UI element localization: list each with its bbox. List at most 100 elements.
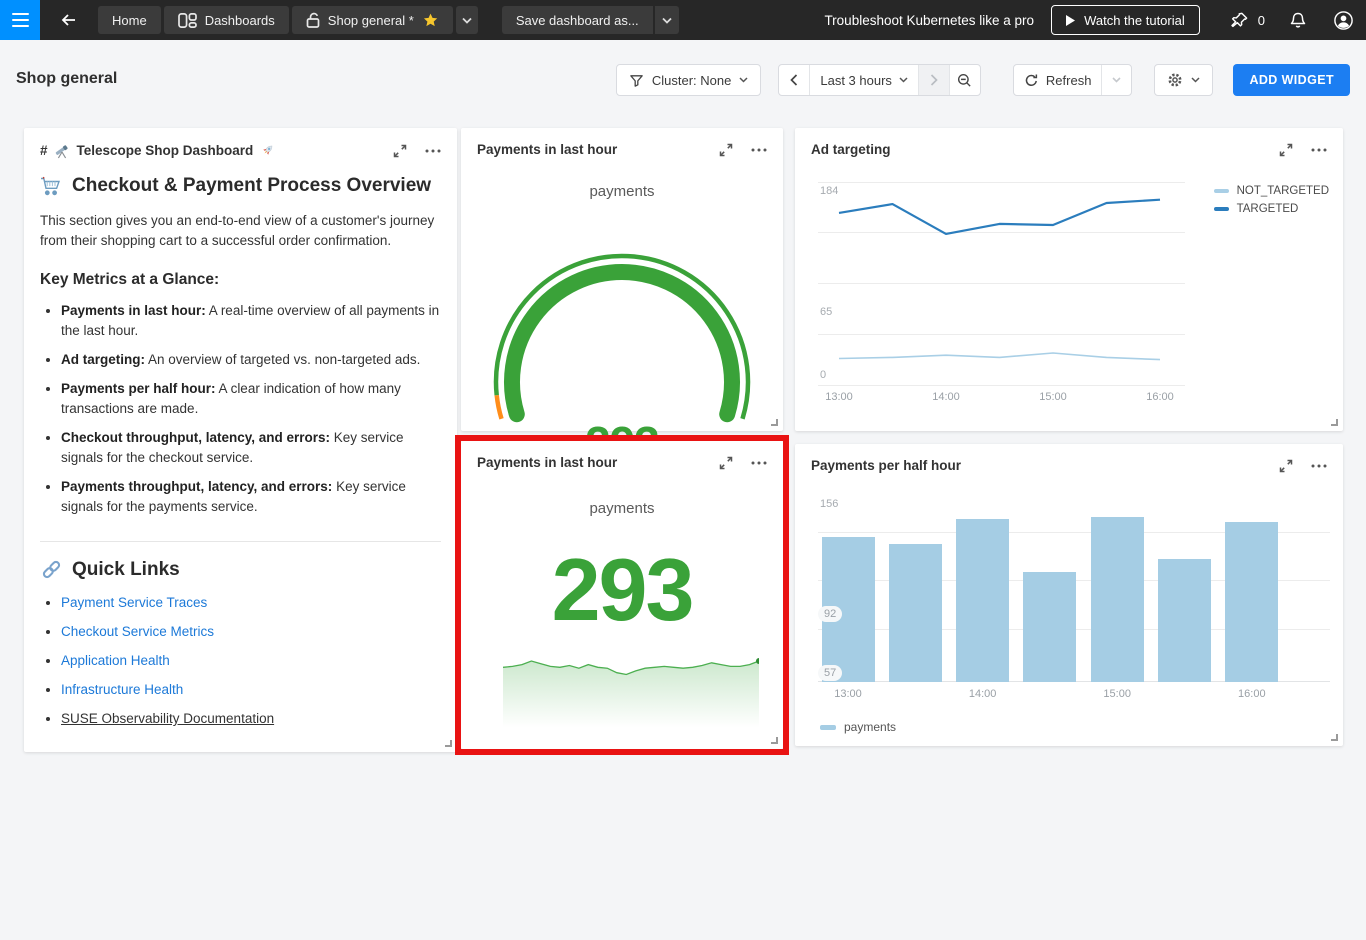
- metric-list-item: Ad targeting: An overview of targeted vs…: [61, 350, 441, 370]
- quick-link-item: Infrastructure Health: [61, 680, 441, 700]
- more-menu-button[interactable]: [751, 148, 767, 152]
- bar: [1225, 522, 1278, 682]
- bar: [1091, 517, 1144, 682]
- payments-per-half-hour-widget: Payments per half hour 156925713:0014:00…: [795, 444, 1343, 746]
- cluster-filter-button[interactable]: Cluster: None: [616, 64, 761, 96]
- pin-count: 0: [1258, 13, 1265, 28]
- quick-link-item: Checkout Service Metrics: [61, 622, 441, 642]
- tab-home[interactable]: Home: [98, 6, 161, 34]
- resize-handle[interactable]: [1331, 734, 1338, 741]
- legend-swatch: [1214, 207, 1229, 211]
- resize-handle[interactable]: [1331, 419, 1338, 426]
- quick-link[interactable]: Checkout Service Metrics: [61, 624, 214, 639]
- line-series-TARGETED: [839, 200, 1160, 234]
- ad-targeting-chart[interactable]: 184650: [818, 182, 1185, 385]
- expand-widget-button[interactable]: [719, 456, 733, 470]
- time-range-label: Last 3 hours: [820, 73, 892, 88]
- chevron-right-icon: [930, 74, 938, 86]
- back-button[interactable]: [56, 6, 82, 34]
- quick-links-heading-text: Quick Links: [72, 559, 180, 581]
- back-arrow-icon: [60, 11, 78, 29]
- pinned-items-button[interactable]: 0: [1230, 11, 1265, 30]
- filter-icon: [629, 73, 644, 88]
- resize-handle[interactable]: [771, 737, 778, 744]
- refresh-control: Refresh: [1013, 64, 1133, 96]
- add-widget-button[interactable]: ADD WIDGET: [1233, 64, 1350, 96]
- watch-tutorial-button[interactable]: Watch the tutorial: [1051, 5, 1200, 35]
- y-axis-label: 65: [820, 306, 832, 318]
- bar: [956, 519, 1009, 682]
- quick-link[interactable]: Payment Service Traces: [61, 595, 207, 610]
- quick-link[interactable]: Infrastructure Health: [61, 682, 183, 697]
- x-axis-label: 13:00: [826, 688, 870, 700]
- zoom-out-time-button[interactable]: [949, 65, 980, 95]
- rocket-icon: [259, 143, 275, 159]
- notifications-button[interactable]: [1289, 11, 1307, 30]
- tab-shop-general[interactable]: Shop general *: [292, 6, 453, 34]
- widget-title: Payments in last hour: [477, 142, 719, 157]
- time-forward-button[interactable]: [918, 65, 949, 95]
- refresh-icon: [1024, 73, 1039, 88]
- bar: [889, 544, 942, 682]
- divider: [40, 541, 441, 542]
- legend-label: TARGETED: [1237, 203, 1299, 215]
- legend-label: NOT_TARGETED: [1237, 185, 1329, 197]
- chevron-down-icon: [1191, 77, 1200, 83]
- tab-shop-general-label: Shop general *: [328, 13, 414, 28]
- top-navbar: Home Dashboards Shop general * Save dash…: [0, 0, 1366, 40]
- x-axis-label: 14:00: [924, 391, 968, 403]
- expand-widget-button[interactable]: [719, 143, 733, 157]
- refresh-button[interactable]: Refresh: [1014, 65, 1102, 95]
- more-menu-button[interactable]: [1311, 464, 1327, 468]
- sparkline-chart[interactable]: [503, 653, 759, 735]
- gauge-chart[interactable]: 293: [490, 224, 754, 424]
- number-metric-label: payments: [461, 500, 783, 517]
- save-dashboard-as-button[interactable]: Save dashboard as...: [502, 6, 653, 34]
- line-series-NOT_TARGETED: [839, 353, 1160, 360]
- shopping-cart-icon: [40, 176, 63, 197]
- tab-dashboards-label: Dashboards: [205, 13, 275, 28]
- chevron-down-icon: [739, 77, 748, 83]
- payments-number-widget: Payments in last hour payments 293: [461, 441, 783, 749]
- x-axis-label: 16:00: [1138, 391, 1182, 403]
- legend-label: payments: [844, 720, 896, 734]
- refresh-label: Refresh: [1046, 73, 1092, 88]
- user-avatar[interactable]: [1333, 10, 1354, 31]
- resize-handle[interactable]: [771, 419, 778, 426]
- refresh-dropdown-button[interactable]: [1101, 65, 1131, 95]
- time-range-button[interactable]: Last 3 hours: [809, 65, 918, 95]
- quick-link[interactable]: Application Health: [61, 653, 170, 668]
- x-axis-label: 13:00: [817, 391, 861, 403]
- more-menu-button[interactable]: [751, 461, 767, 465]
- quick-links-list: Payment Service Traces Checkout Service M…: [40, 593, 441, 729]
- more-menu-button[interactable]: [1311, 148, 1327, 152]
- payments-bar-chart[interactable]: 156925713:0014:0015:0016:00: [818, 500, 1330, 682]
- expand-widget-button[interactable]: [1279, 459, 1293, 473]
- expand-widget-button[interactable]: [1279, 143, 1293, 157]
- y-axis-label: 92: [818, 606, 842, 622]
- bell-icon: [1289, 11, 1307, 30]
- dashboard-settings-button[interactable]: [1154, 64, 1213, 96]
- quick-link[interactable]: SUSE Observability Documentation: [61, 711, 274, 726]
- metrics-heading: Key Metrics at a Glance:: [40, 271, 441, 289]
- markdown-title-prefix: #: [40, 143, 48, 158]
- tab-dashboards[interactable]: Dashboards: [164, 6, 289, 34]
- quick-link-item: SUSE Observability Documentation: [61, 709, 441, 729]
- hamburger-menu-button[interactable]: [0, 0, 40, 40]
- gear-icon: [1167, 72, 1183, 88]
- more-menu-button[interactable]: [425, 149, 441, 153]
- avatar-icon: [1333, 10, 1354, 31]
- star-icon[interactable]: [422, 12, 439, 29]
- chart-legend: payments: [820, 720, 896, 734]
- time-back-button[interactable]: [779, 65, 809, 95]
- save-dashboard-dropdown-button[interactable]: [655, 6, 679, 34]
- x-axis-label: 15:00: [1031, 391, 1075, 403]
- tabs-expander-button[interactable]: [456, 6, 478, 34]
- resize-handle[interactable]: [445, 740, 452, 747]
- cluster-filter-label: Cluster: None: [652, 73, 731, 88]
- link-icon: [40, 558, 63, 581]
- chart-legend: NOT_TARGETED TARGETED: [1214, 185, 1329, 215]
- expand-widget-button[interactable]: [393, 144, 407, 158]
- lock-open-icon: [306, 12, 320, 28]
- page-title: Shop general: [16, 70, 117, 88]
